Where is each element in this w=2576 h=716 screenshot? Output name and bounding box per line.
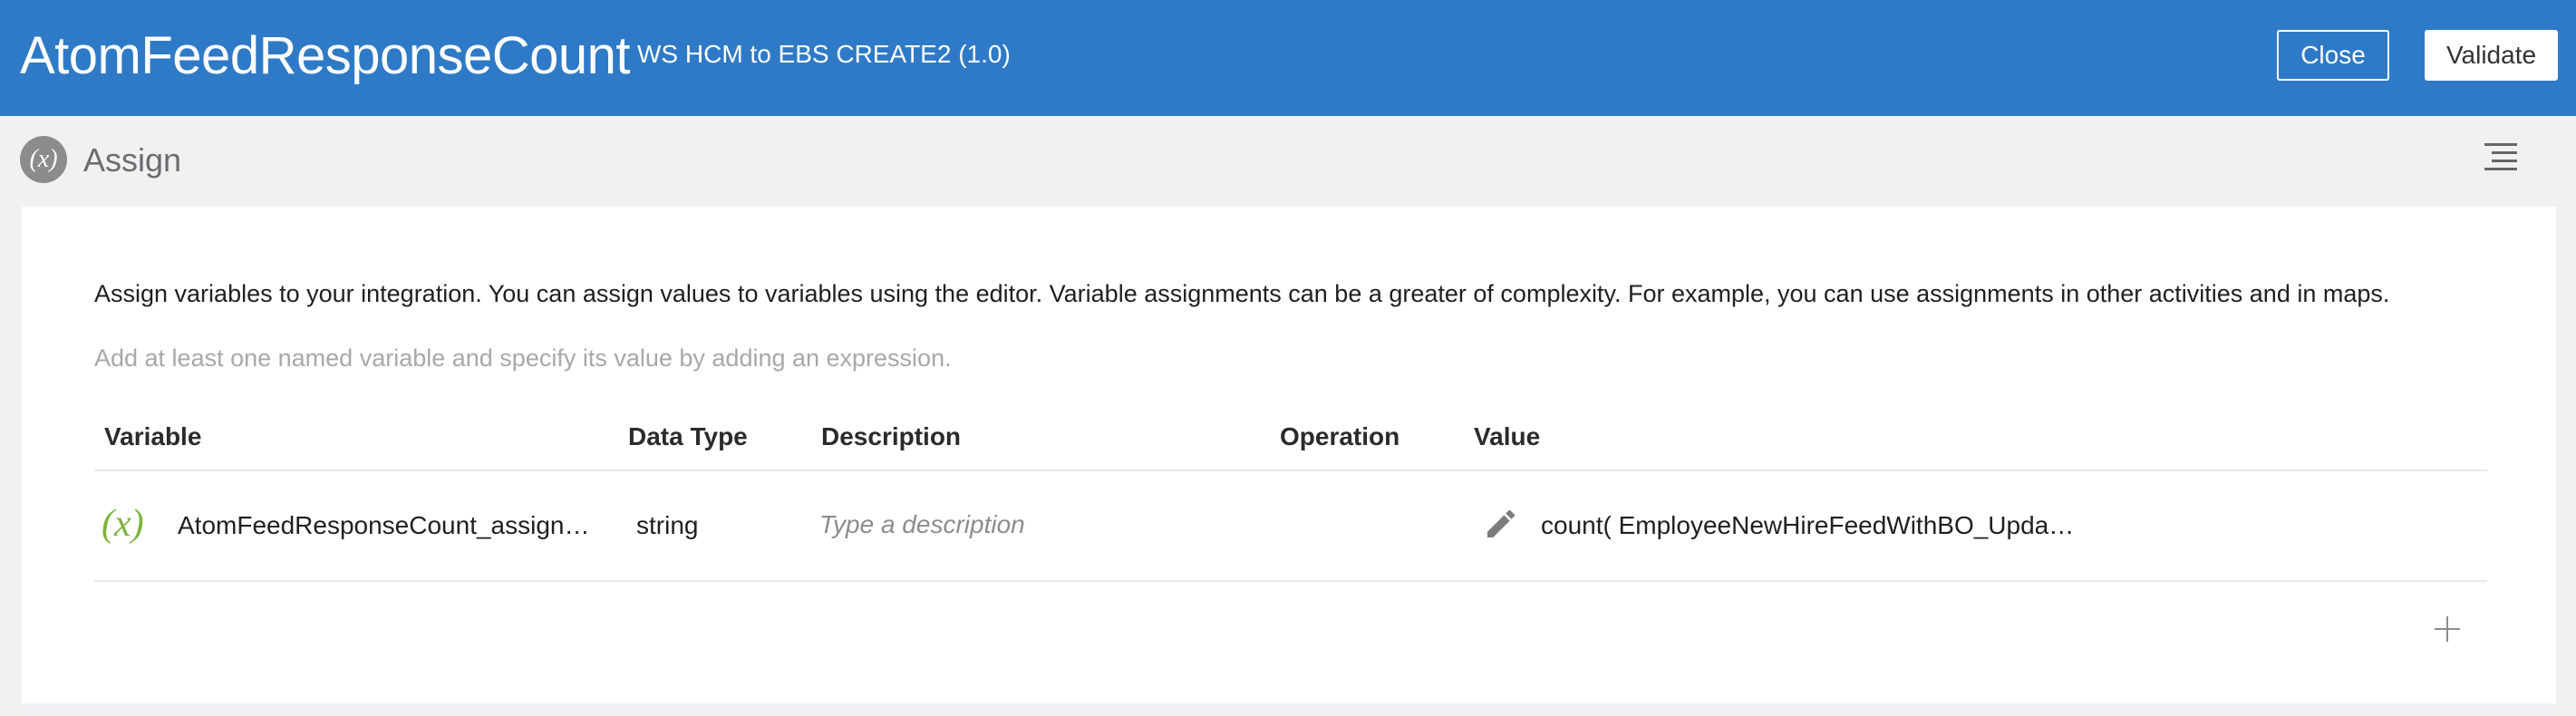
column-header-value: Value xyxy=(1474,422,1541,450)
plus-icon[interactable] xyxy=(2429,611,2465,647)
pencil-icon[interactable] xyxy=(1483,506,1519,542)
section-bar xyxy=(0,116,2576,205)
section-title: Assign xyxy=(83,141,182,179)
column-header-operation: Operation xyxy=(1280,422,1400,450)
variable-name[interactable]: AtomFeedResponseCount_assign… xyxy=(178,511,589,540)
description-input[interactable] xyxy=(819,502,1254,547)
value-expression[interactable]: count( EmployeeNewHireFeedWithBO_Upda… xyxy=(1541,511,2074,540)
assign-card: Assign variables to your integration. Yo… xyxy=(22,207,2556,703)
column-header-data-type: Data Type xyxy=(628,422,748,450)
data-type-value[interactable]: string xyxy=(636,511,698,540)
header-divider xyxy=(94,469,2487,471)
header-bar: AtomFeedResponseCount WS HCM to EBS CREA… xyxy=(0,0,2576,116)
integration-subtitle: WS HCM to EBS CREATE2 (1.0) xyxy=(637,40,1011,68)
row-divider xyxy=(94,580,2487,582)
variable-icon: (x) xyxy=(102,503,144,545)
column-header-variable: Variable xyxy=(104,422,202,450)
column-header-description: Description xyxy=(821,422,962,450)
page-title: AtomFeedResponseCount xyxy=(20,26,631,85)
intro-text: Assign variables to your integration. Yo… xyxy=(94,280,2390,307)
assign-icon: (x) xyxy=(20,136,67,183)
close-button[interactable]: Close xyxy=(2277,30,2389,81)
hamburger-icon[interactable] xyxy=(2484,143,2517,170)
hint-text: Add at least one named variable and spec… xyxy=(94,344,952,372)
validate-button[interactable]: Validate xyxy=(2425,30,2558,81)
